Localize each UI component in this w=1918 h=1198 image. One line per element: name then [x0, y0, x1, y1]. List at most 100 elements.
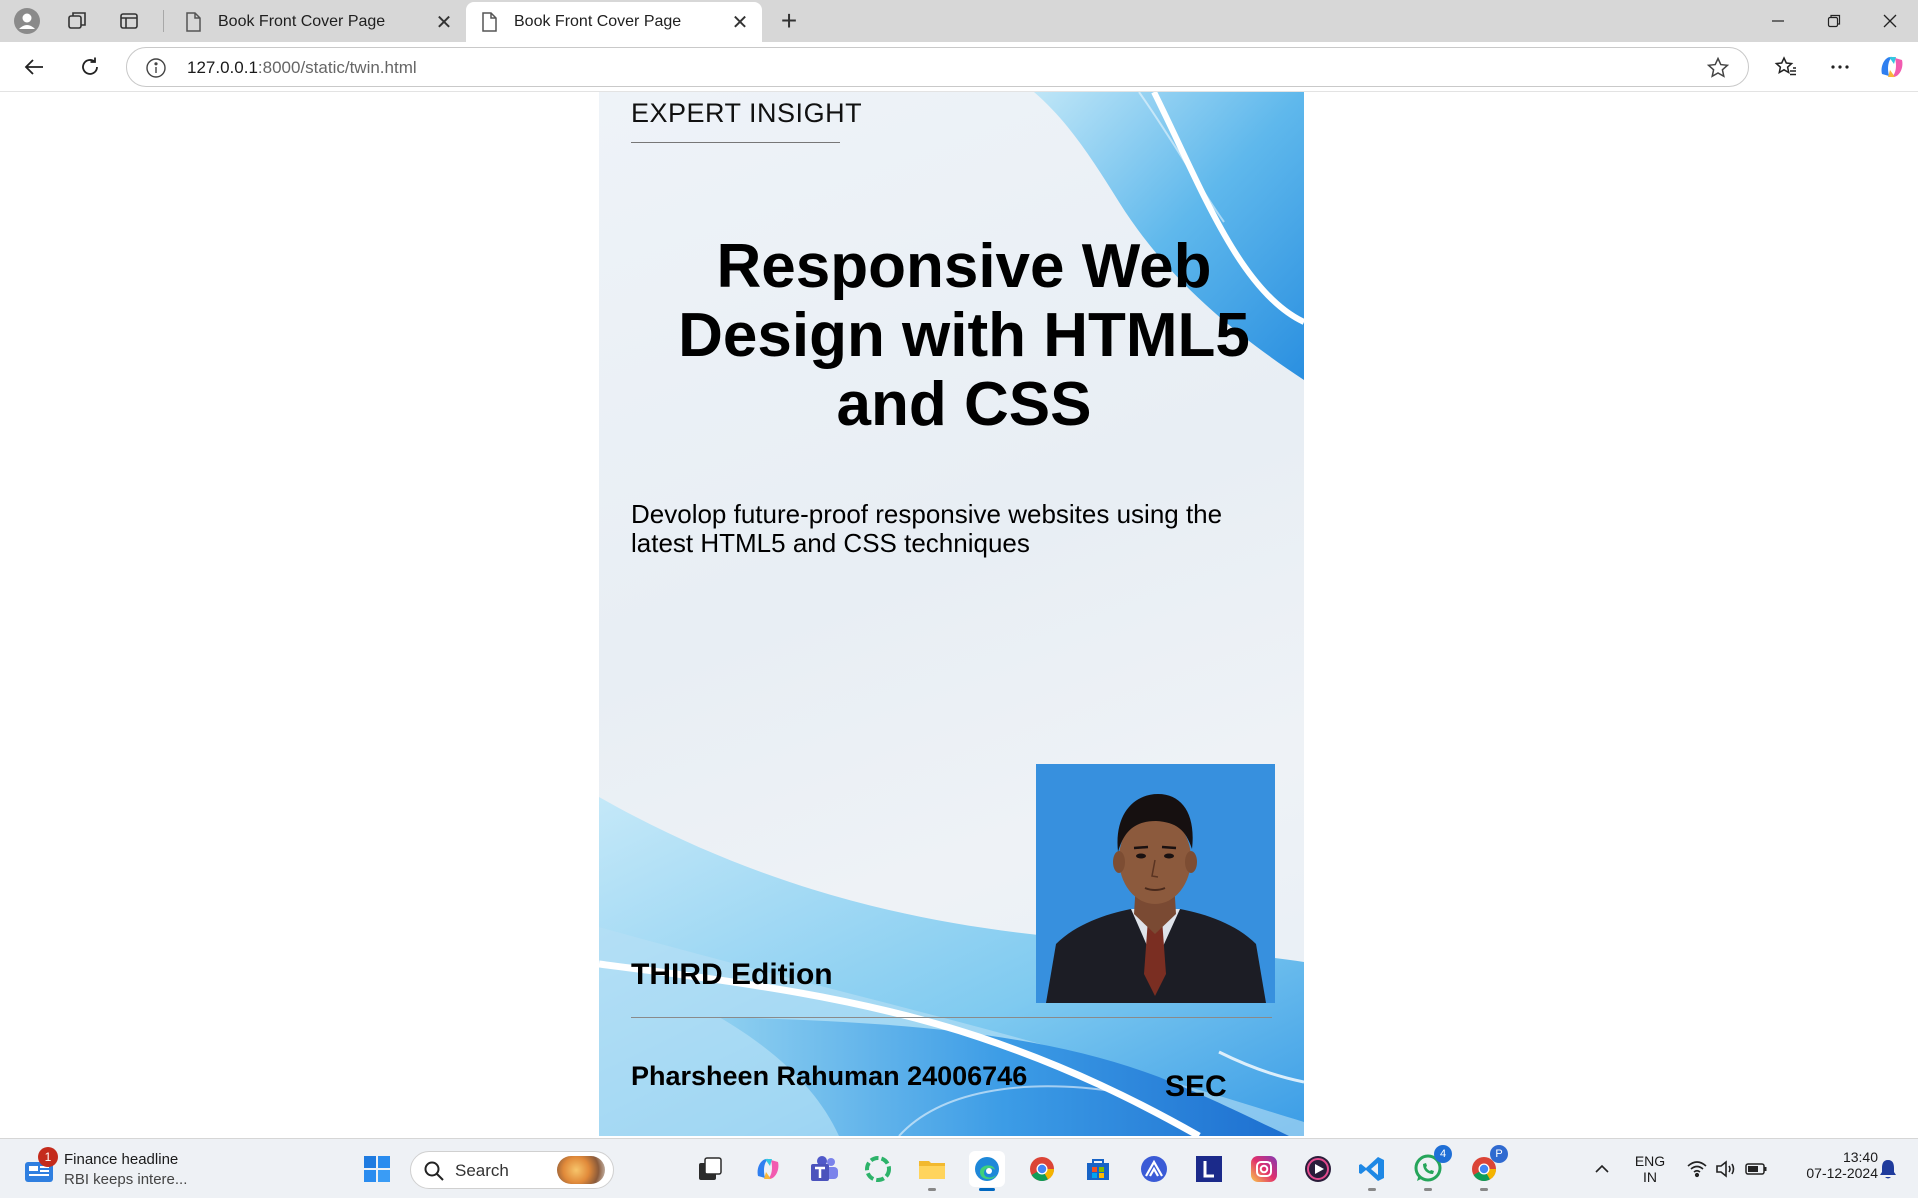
- quick-settings-button[interactable]: [1682, 1151, 1772, 1187]
- close-tab-icon[interactable]: ✕: [432, 10, 456, 34]
- minimize-icon: [1772, 20, 1784, 22]
- l-app-button[interactable]: [1191, 1151, 1227, 1187]
- news-widget[interactable]: 1 Finance headline RBI keeps intere...: [24, 1147, 194, 1189]
- tab-book-cover-2[interactable]: Book Front Cover Page ✕: [466, 2, 762, 42]
- profile-button[interactable]: [10, 5, 44, 37]
- new-tab-button[interactable]: +: [772, 5, 806, 36]
- book-subtitle: Devolop future-proof responsive websites…: [631, 499, 1223, 558]
- url-text[interactable]: 127.0.0.1:8000/static/twin.html: [187, 58, 417, 78]
- teams-button[interactable]: [806, 1151, 842, 1187]
- workspaces-button[interactable]: [60, 5, 94, 37]
- play-icon: [1305, 1156, 1331, 1182]
- edge-button[interactable]: [969, 1151, 1005, 1191]
- restore-icon: [1827, 14, 1841, 28]
- start-button[interactable]: [359, 1151, 395, 1187]
- tab-strip: Book Front Cover Page ✕ Book Front Cover…: [0, 0, 1918, 42]
- copilot-button[interactable]: [1874, 49, 1910, 85]
- whatsapp-badge: 4: [1434, 1145, 1452, 1163]
- close-icon: [1883, 14, 1897, 28]
- tab-actions-icon: [120, 13, 138, 29]
- site-info-icon[interactable]: [145, 57, 167, 79]
- triangle-app-icon: [1141, 1156, 1167, 1182]
- favorites-button[interactable]: [1768, 49, 1804, 85]
- file-explorer-button[interactable]: [914, 1151, 950, 1191]
- tab-book-cover-1[interactable]: Book Front Cover Page ✕: [170, 2, 466, 42]
- page-viewport: EXPERT INSIGHT Responsive Web Design wit…: [5, 92, 1913, 1136]
- copilot-icon: [757, 1158, 779, 1180]
- running-indicator: [928, 1188, 936, 1191]
- instagram-button[interactable]: [1246, 1151, 1282, 1187]
- copilot-taskbar-button[interactable]: [750, 1151, 786, 1187]
- author-name: Pharsheen Rahuman 24006746: [631, 1061, 1028, 1091]
- news-badge: 1: [38, 1147, 58, 1167]
- publisher-label: SEC: [1165, 1070, 1227, 1103]
- author-photo: [1036, 764, 1275, 1003]
- taskbar: 1 Finance headline RBI keeps intere... S…: [0, 1138, 1918, 1198]
- clock[interactable]: 13:40 07-12-2024: [1782, 1149, 1878, 1181]
- cover-divider: [631, 1017, 1272, 1018]
- author-portrait-image: [1036, 764, 1275, 1003]
- news-title: Finance headline: [64, 1151, 179, 1168]
- more-menu-button[interactable]: [1822, 49, 1858, 85]
- clock-date: 07-12-2024: [1806, 1165, 1878, 1181]
- chevron-up-icon: [1595, 1164, 1609, 1173]
- app-ring-button[interactable]: [860, 1151, 896, 1187]
- chrome-icon: [1030, 1157, 1054, 1182]
- news-subtitle: RBI keeps intere...: [64, 1171, 188, 1188]
- book-cover: EXPERT INSIGHT Responsive Web Design wit…: [599, 92, 1304, 1136]
- windows-icon: [364, 1156, 390, 1182]
- whatsapp-button[interactable]: 4: [1410, 1145, 1452, 1191]
- back-button[interactable]: [16, 49, 52, 85]
- close-window-button[interactable]: [1862, 0, 1918, 42]
- show-hidden-icons-button[interactable]: [1584, 1151, 1620, 1187]
- vscode-icon: [1359, 1157, 1384, 1181]
- notifications-button[interactable]: [1870, 1151, 1906, 1187]
- battery-icon: [1745, 1163, 1767, 1175]
- task-view-button[interactable]: [692, 1151, 728, 1187]
- chrome-profile-button[interactable]: P: [1466, 1145, 1508, 1191]
- vertical-tabs-button[interactable]: [112, 5, 146, 37]
- letter-l-icon: [1196, 1156, 1222, 1182]
- close-tab-icon[interactable]: ✕: [728, 10, 752, 34]
- teams-icon: [811, 1156, 838, 1181]
- favorites-icon: [1774, 56, 1796, 76]
- tab-title: Book Front Cover Page: [218, 13, 386, 30]
- restore-button[interactable]: [1806, 0, 1862, 42]
- tab-separator: [163, 10, 164, 32]
- edge-icon: [975, 1157, 999, 1181]
- running-indicator: [1368, 1188, 1376, 1191]
- taskbar-search[interactable]: Search: [410, 1151, 614, 1189]
- address-bar[interactable]: 127.0.0.1:8000/static/twin.html: [126, 47, 1749, 87]
- page-icon: [482, 12, 497, 32]
- refresh-icon: [82, 57, 98, 75]
- minimize-button[interactable]: [1750, 0, 1806, 42]
- vector-app-button[interactable]: [1136, 1151, 1172, 1187]
- task-view-icon: [699, 1157, 722, 1180]
- folder-icon: [919, 1161, 945, 1179]
- bell-icon: [1880, 1160, 1896, 1179]
- volume-icon: [1716, 1160, 1735, 1178]
- url-host: 127.0.0.1: [187, 58, 258, 77]
- running-indicator: [1480, 1188, 1488, 1191]
- vscode-button[interactable]: [1354, 1151, 1390, 1191]
- search-placeholder: Search: [455, 1161, 509, 1180]
- media-player-button[interactable]: [1300, 1151, 1336, 1187]
- series-underline: [631, 142, 840, 143]
- running-indicator: [1424, 1188, 1432, 1191]
- chrome-button[interactable]: [1024, 1151, 1060, 1187]
- search-icon: [424, 1161, 444, 1181]
- language-code: ENG: [1634, 1153, 1666, 1169]
- book-title: Responsive Web Design with HTML5 and CSS: [678, 232, 1250, 439]
- favorite-star-icon[interactable]: [1706, 56, 1730, 80]
- refresh-ring-icon: [865, 1156, 891, 1182]
- region-code: IN: [1643, 1169, 1657, 1185]
- input-language[interactable]: ENG IN: [1630, 1153, 1670, 1185]
- store-icon: [1087, 1159, 1109, 1180]
- edition-label: THIRD Edition: [631, 958, 833, 991]
- url-path: :8000/static/twin.html: [257, 58, 417, 77]
- wifi-icon: [1687, 1161, 1707, 1178]
- clock-time: 13:40: [1842, 1149, 1878, 1165]
- refresh-button[interactable]: [72, 49, 108, 85]
- more-icon: [1831, 65, 1849, 69]
- store-button[interactable]: [1080, 1151, 1116, 1187]
